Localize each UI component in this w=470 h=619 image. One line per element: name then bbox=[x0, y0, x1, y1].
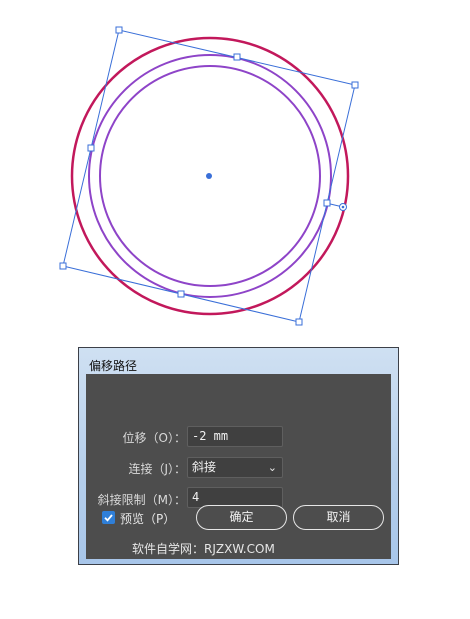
bbox-handle-bottom[interactable] bbox=[177, 290, 185, 298]
offset-label: 位移（O）： bbox=[122, 431, 186, 445]
offset-input[interactable]: -2 mm bbox=[187, 426, 283, 447]
dialog-body: 位移（O）： -2 mm 连接（J）： 斜接 ⌄ 斜接限制（M）： 4 预览（P… bbox=[86, 374, 391, 559]
offset-path-dialog: 偏移路径 位移（O）： -2 mm 连接（J）： 斜接 ⌄ 斜接限制（M）： 4… bbox=[78, 347, 399, 565]
miter-limit-label: 斜接限制（M）： bbox=[97, 493, 186, 507]
bbox-handle-top-left[interactable] bbox=[115, 26, 123, 34]
joins-select[interactable]: 斜接 ⌄ bbox=[187, 457, 283, 478]
bbox-handle-top-right[interactable] bbox=[351, 81, 359, 89]
watermark-text: 软件自学网：RJZXW.COM bbox=[132, 542, 275, 556]
chevron-down-icon: ⌄ bbox=[267, 461, 277, 474]
bbox-handle-right[interactable] bbox=[323, 199, 331, 207]
bbox-handle-top[interactable] bbox=[233, 53, 241, 61]
preview-label[interactable]: 预览（P） bbox=[120, 510, 175, 527]
preview-checkbox[interactable] bbox=[102, 511, 115, 524]
rotate-handle[interactable] bbox=[339, 203, 347, 211]
bbox-handle-left[interactable] bbox=[87, 144, 95, 152]
joins-select-value: 斜接 bbox=[192, 460, 217, 474]
cancel-button[interactable]: 取消 bbox=[293, 505, 384, 530]
dialog-title: 偏移路径 bbox=[89, 359, 138, 373]
joins-label: 连接（J）： bbox=[128, 462, 186, 476]
bbox-handle-bottom-right[interactable] bbox=[295, 318, 303, 326]
checkmark-icon bbox=[104, 514, 113, 522]
bbox-handle-bottom-left[interactable] bbox=[59, 262, 67, 270]
artboard-canvas bbox=[59, 26, 359, 326]
ok-button[interactable]: 确定 bbox=[196, 505, 287, 530]
center-point bbox=[206, 173, 212, 179]
